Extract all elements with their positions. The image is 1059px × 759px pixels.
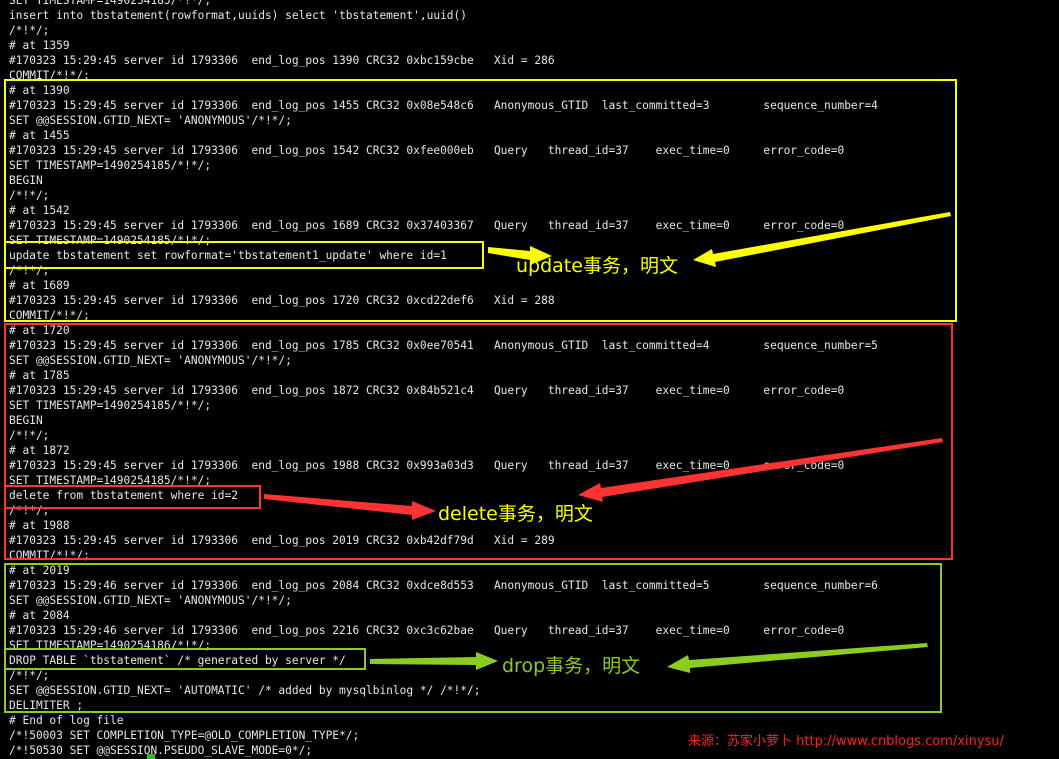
drop-arrow-right bbox=[370, 652, 498, 670]
source-watermark: 来源：苏家小萝卜 http://www.cnblogs.com/xinysu/ bbox=[688, 734, 1004, 749]
delete-annotation-label: delete事务，明文 bbox=[438, 503, 593, 525]
drop-arrow-left bbox=[667, 643, 928, 673]
terminal-cursor bbox=[147, 754, 155, 759]
update-arrow-left bbox=[693, 212, 951, 267]
update-annotation-label: update事务，明文 bbox=[516, 255, 678, 277]
delete-arrow-left bbox=[578, 438, 943, 502]
drop-annotation-label: drop事务，明文 bbox=[502, 655, 641, 677]
annotation-arrows bbox=[264, 212, 951, 673]
delete-arrow-right bbox=[264, 494, 436, 520]
